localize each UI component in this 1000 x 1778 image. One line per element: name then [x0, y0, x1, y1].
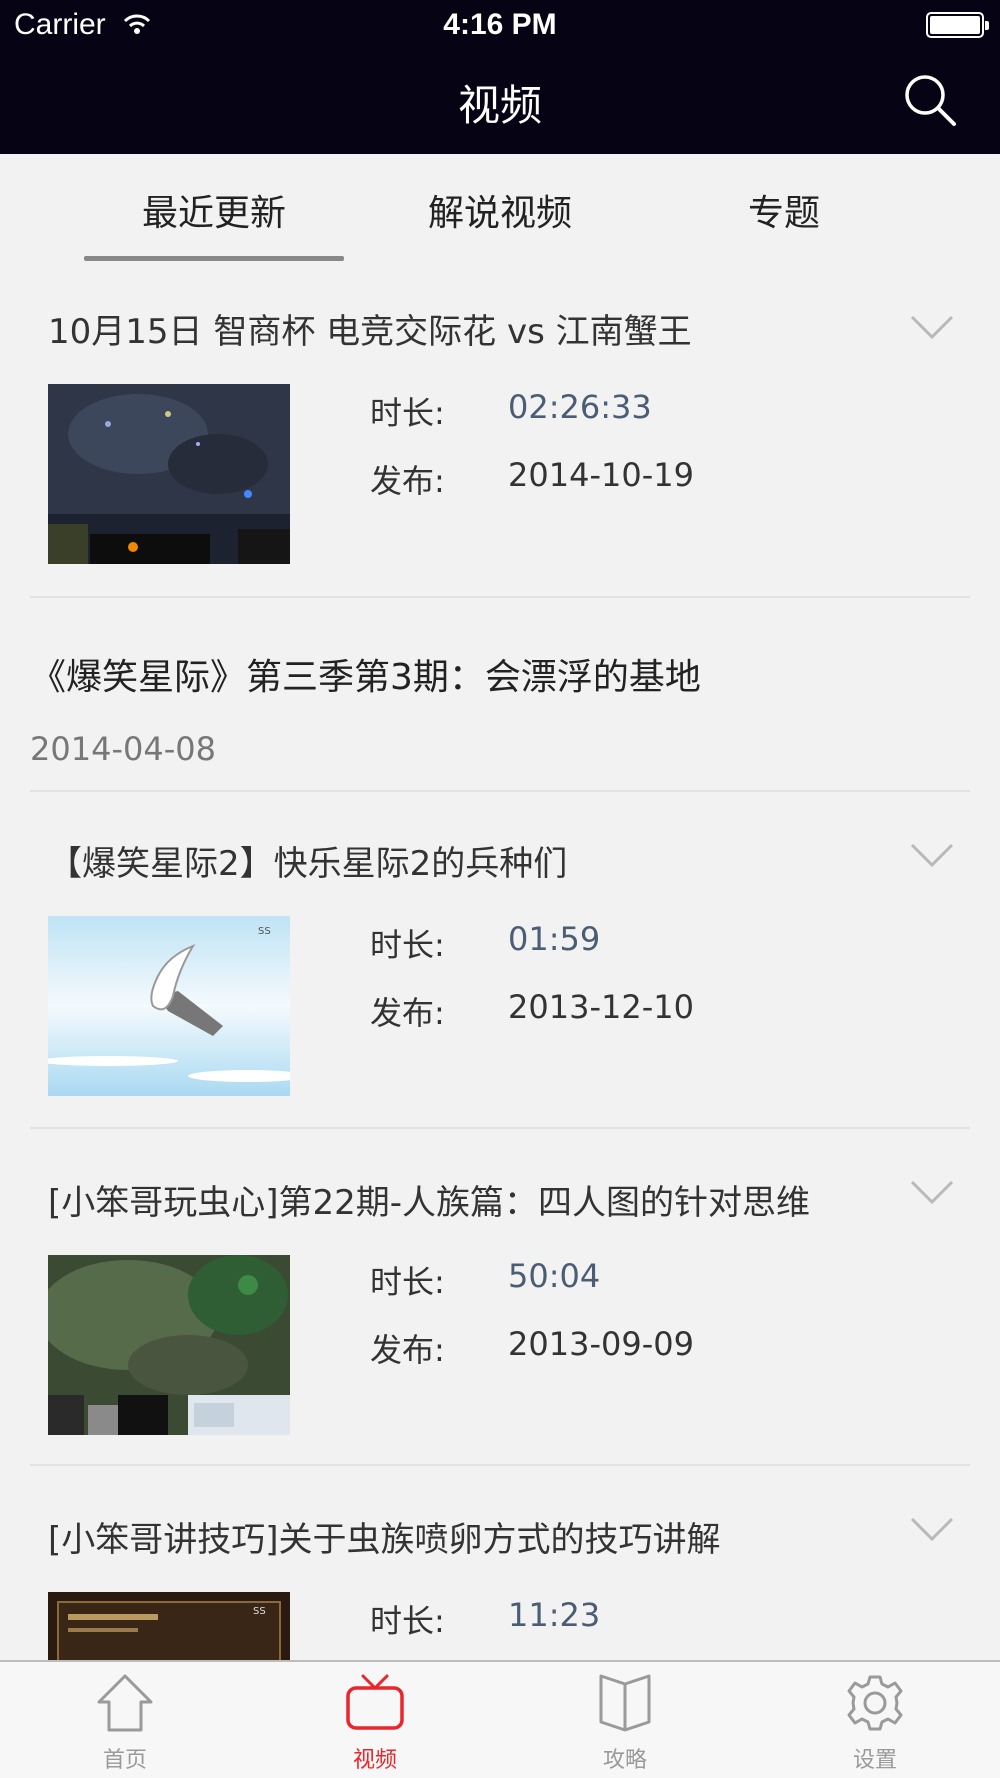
tab-commentary[interactable]: 解说视频	[358, 184, 642, 236]
chevron-down-icon[interactable]	[910, 1179, 954, 1205]
duration-value: 02:26:33	[508, 388, 652, 426]
status-bar: Carrier 4:16 PM	[0, 0, 1000, 50]
tabbar-item-video[interactable]: 视频	[250, 1662, 500, 1778]
search-icon[interactable]	[900, 70, 960, 130]
book-icon	[599, 1674, 651, 1732]
category-tabs: 最近更新 解说视频 专题	[0, 154, 1000, 264]
video-title: 《爆笑星际》第三季第3期：会漂浮的基地	[30, 657, 701, 698]
tabbar-label: 设置	[852, 1748, 897, 1773]
video-title: 【爆笑星际2】快乐星际2的兵种们	[48, 844, 568, 884]
duration-label: 时长:	[370, 394, 445, 432]
duration-label: 时长:	[370, 1602, 445, 1640]
tabbar-label: 视频	[352, 1748, 397, 1773]
tab-selected-indicator	[84, 256, 344, 261]
tabbar-label: 攻略	[602, 1748, 647, 1773]
navigation-bar: Carrier 4:16 PM 视频	[0, 0, 1000, 154]
home-icon	[97, 1674, 153, 1732]
gear-icon	[847, 1675, 903, 1731]
video-title: [小笨哥讲技巧]关于虫族喷卵方式的技巧讲解	[48, 1520, 721, 1560]
duration-value: 11:23	[508, 1596, 601, 1634]
published-label: 发布:	[370, 462, 445, 500]
tab-recent[interactable]: 最近更新	[72, 184, 356, 236]
duration-label: 时长:	[370, 926, 445, 964]
status-time: 4:16 PM	[443, 8, 557, 41]
svg-text:SS: SS	[253, 1606, 266, 1617]
page-title: 视频	[457, 81, 542, 130]
video-list-item[interactable]: 【爆笑星际2】快乐星际2的兵种们 SS 时长: 01:59 发布: 2013-1…	[0, 792, 1000, 1128]
chevron-down-icon[interactable]	[910, 842, 954, 868]
video-title: 10月15日 智商杯 电竞交际花 vs 江南蟹王	[48, 312, 692, 352]
video-list-item[interactable]: 《爆笑星际》第三季第3期：会漂浮的基地 2014-04-08	[0, 598, 1000, 792]
tabbar-item-home[interactable]: 首页	[0, 1662, 250, 1778]
video-title: [小笨哥玩虫心]第22期-人族篇：四人图的针对思维	[48, 1183, 811, 1223]
published-date: 2014-10-19	[508, 456, 694, 494]
battery-icon	[926, 12, 989, 38]
bottom-tab-bar: 首页 视频 攻略 设置	[0, 1660, 1000, 1778]
published-label: 发布:	[370, 1331, 445, 1369]
published-date: 2013-12-10	[508, 988, 694, 1026]
tabbar-label: 首页	[102, 1748, 147, 1773]
svg-text:SS: SS	[258, 926, 271, 937]
tabbar-item-settings[interactable]: 设置	[750, 1662, 1000, 1778]
tv-icon	[346, 1674, 404, 1730]
video-list-item[interactable]: [小笨哥讲技巧]关于虫族喷卵方式的技巧讲解 SS 时长: 11:23	[0, 1466, 1000, 1660]
video-thumbnail[interactable]	[48, 1255, 290, 1435]
video-thumbnail[interactable]	[48, 384, 290, 564]
chevron-down-icon[interactable]	[910, 314, 954, 340]
published-date: 2014-04-08	[30, 730, 216, 768]
video-thumbnail[interactable]: SS	[48, 1592, 290, 1660]
duration-label: 时长:	[370, 1263, 445, 1301]
duration-value: 01:59	[508, 920, 601, 958]
duration-value: 50:04	[508, 1257, 601, 1295]
tabbar-item-guides[interactable]: 攻略	[500, 1662, 750, 1778]
video-thumbnail[interactable]: SS	[48, 916, 290, 1096]
chevron-down-icon[interactable]	[910, 1516, 954, 1542]
video-list-item[interactable]: 10月15日 智商杯 电竞交际花 vs 江南蟹王 时长: 02:26:33 发布…	[0, 264, 1000, 598]
tab-topics[interactable]: 专题	[642, 184, 926, 236]
video-list-item[interactable]: [小笨哥玩虫心]第22期-人族篇：四人图的针对思维 时长: 50:04 发布: …	[0, 1129, 1000, 1465]
published-label: 发布:	[370, 994, 445, 1032]
published-date: 2013-09-09	[508, 1325, 694, 1363]
